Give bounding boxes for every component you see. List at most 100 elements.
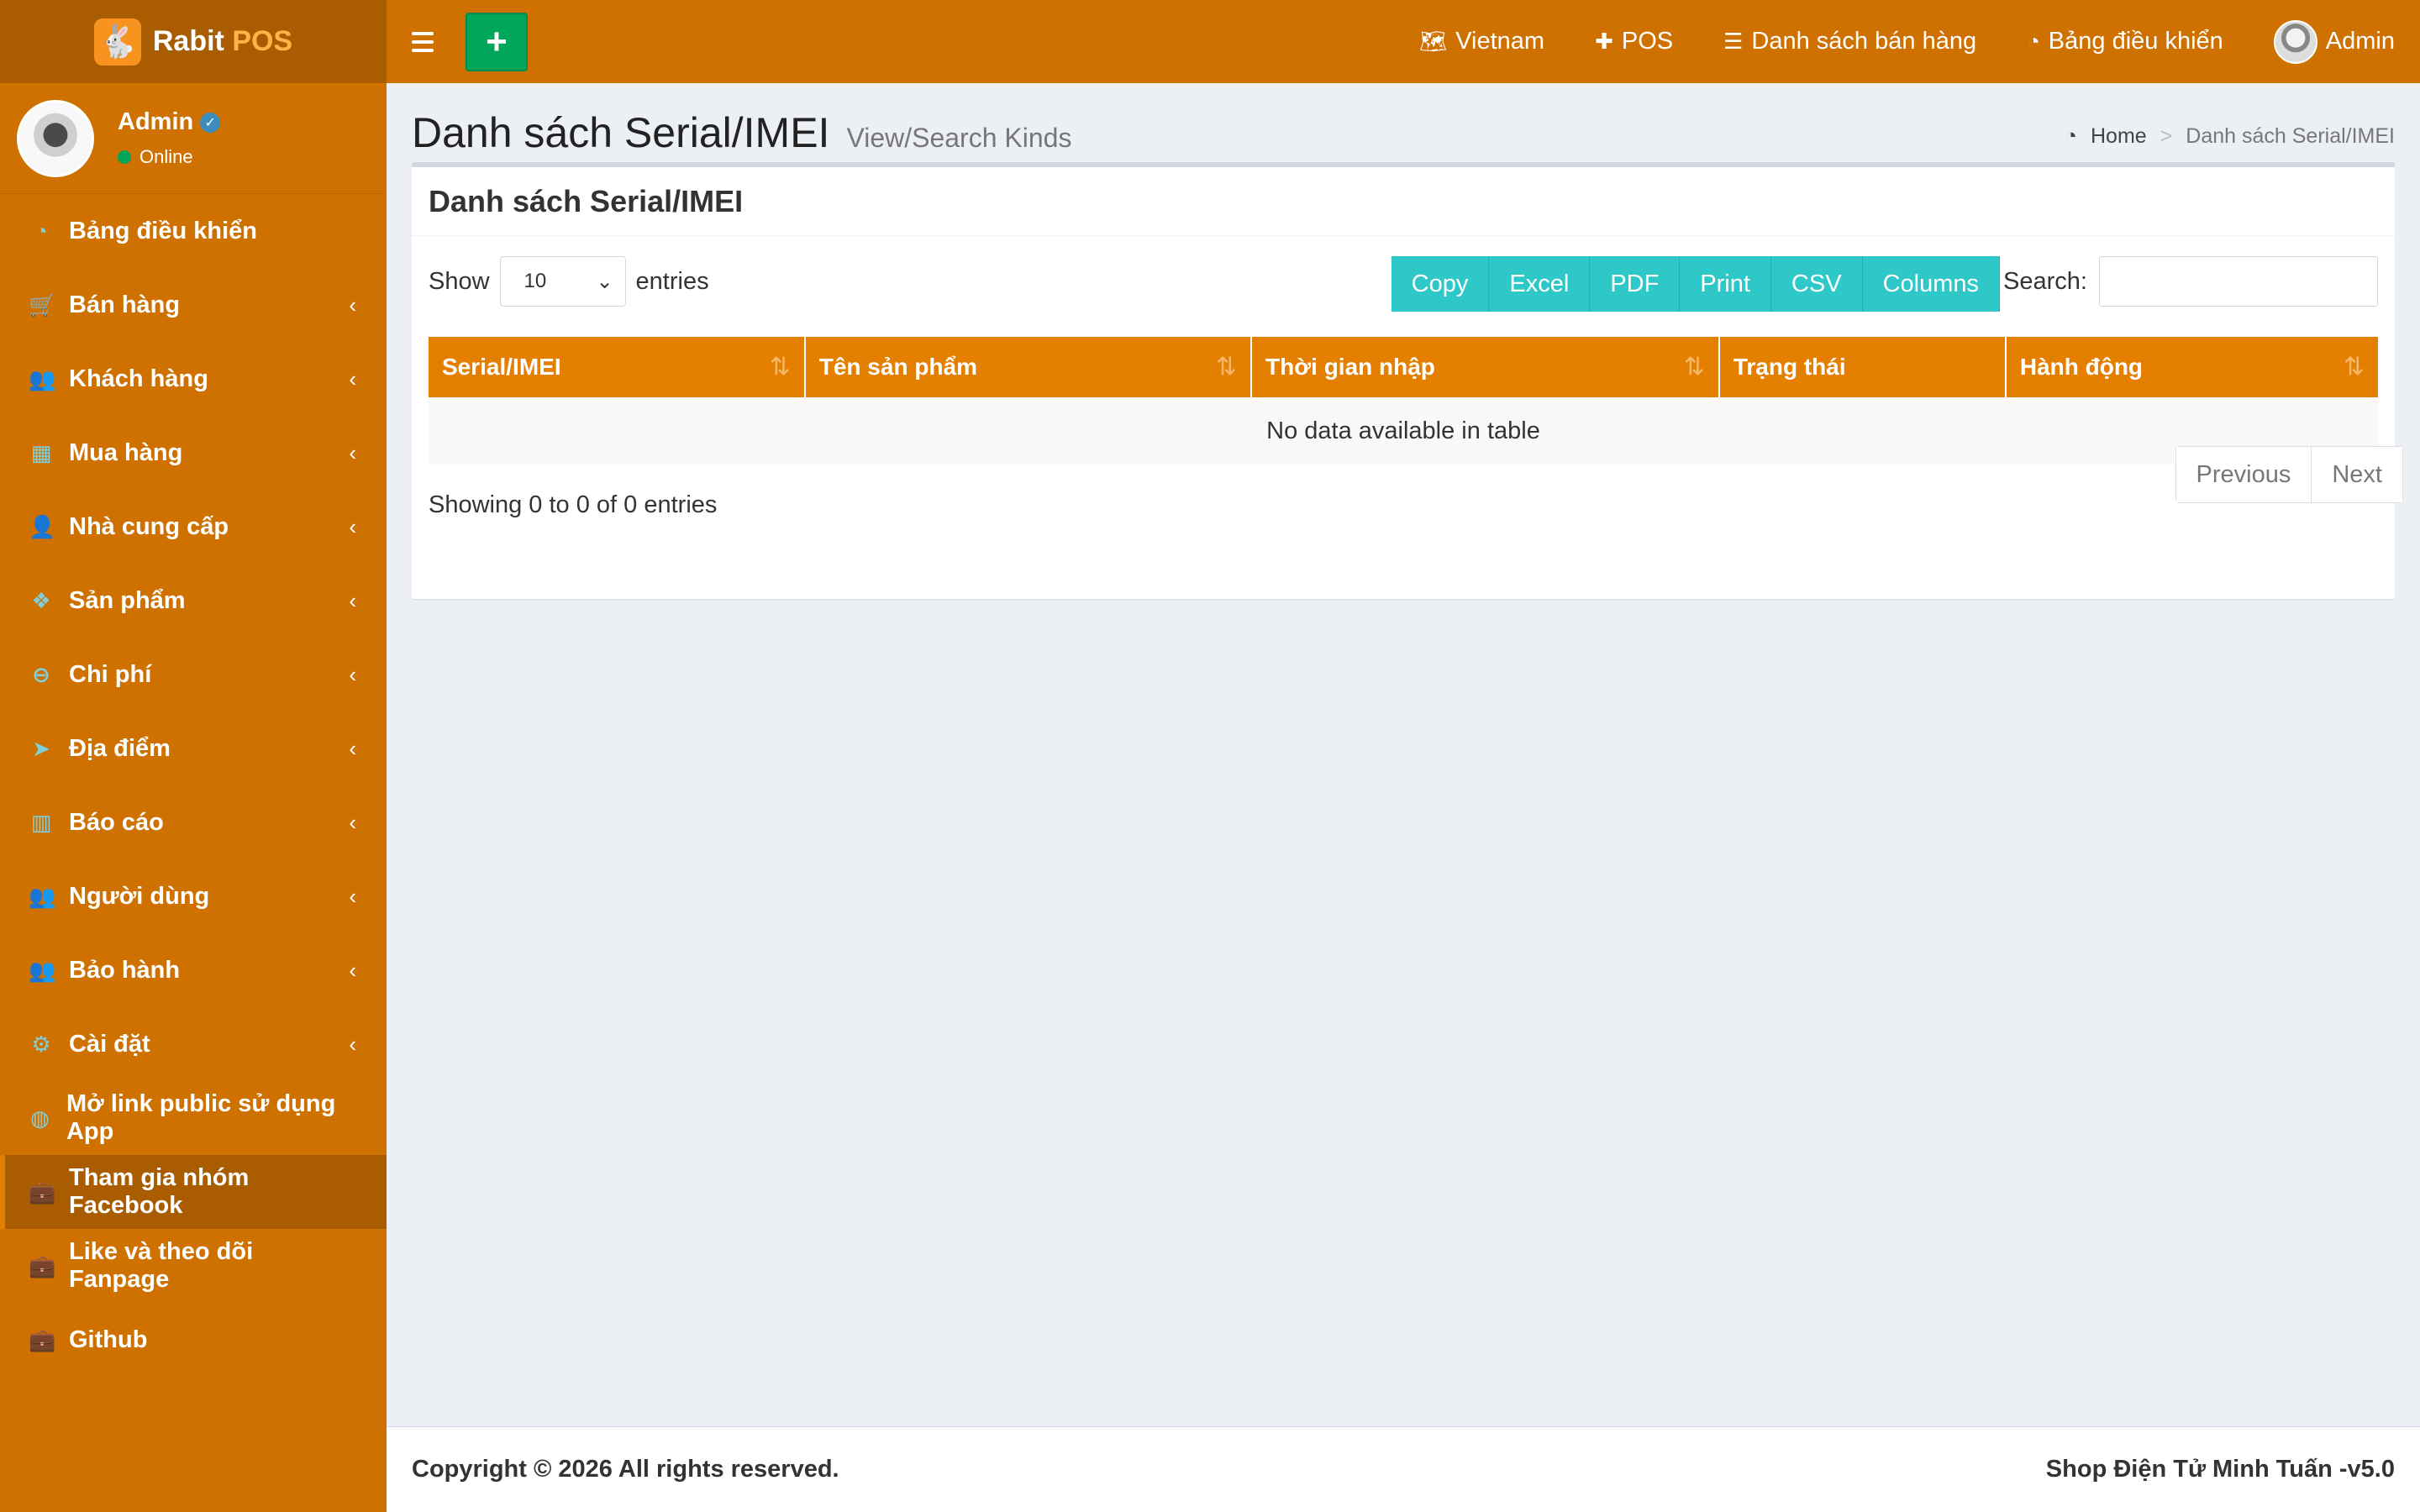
box-title: Danh sách Serial/IMEI bbox=[429, 183, 744, 218]
table-controls: Show 10 ⌄ entries Copy Excel PDF Print C… bbox=[429, 253, 2378, 323]
page-length-select[interactable]: 10 ⌄ bbox=[499, 256, 626, 307]
chevron-down-icon: ⌄ bbox=[596, 270, 613, 293]
app-logo[interactable]: 🐇 Rabit POS bbox=[0, 0, 387, 83]
page-subtitle: View/Search Kinds bbox=[846, 123, 1072, 153]
user-panel-avatar bbox=[17, 99, 94, 177]
user-panel: Admin ✓ Online bbox=[0, 83, 387, 194]
cogs-icon: ⚙ bbox=[31, 1031, 51, 1057]
rabbit-logo-icon: 🐇 bbox=[93, 18, 141, 66]
chevron-left-icon: ‹ bbox=[349, 661, 356, 687]
main-content: Danh sách Serial/IMEI View/Search Kinds … bbox=[387, 83, 2420, 1426]
table-search: Search: bbox=[2003, 256, 2378, 307]
briefcase-icon: 💼 bbox=[29, 1179, 56, 1205]
top-navbar: + 🗺 Vietnam ✚ POS ☰ Danh sách bán hàng ◔… bbox=[387, 0, 2420, 83]
bar-chart-icon: ▥ bbox=[30, 809, 52, 835]
language-icon: 🗺 bbox=[1419, 29, 1448, 54]
page-title: Danh sách Serial/IMEI bbox=[412, 109, 830, 156]
globe-icon: ◍ bbox=[30, 1105, 50, 1131]
sidebar-item-facebook-group[interactable]: 💼 Tham gia nhóm Facebook bbox=[0, 1155, 387, 1229]
dashboard-link[interactable]: ◔ Bảng điều khiển bbox=[2002, 0, 2249, 83]
column-header-import-time[interactable]: Thời gian nhập ⇅ bbox=[1251, 337, 1720, 397]
dashboard-icon: ◔ bbox=[2027, 29, 2040, 54]
pos-link[interactable]: ✚ POS bbox=[1570, 0, 1698, 83]
sidebar-item-sales[interactable]: 🛒 Bán hàng ‹ bbox=[0, 268, 387, 342]
chevron-left-icon: ‹ bbox=[349, 809, 356, 835]
footer: Copyright © 2026 All rights reserved. Sh… bbox=[387, 1426, 2420, 1512]
sales-list-link[interactable]: ☰ Danh sách bán hàng bbox=[1698, 0, 2002, 83]
cubes-icon: ❖ bbox=[31, 587, 51, 613]
app-name: Rabit POS bbox=[152, 25, 293, 57]
sort-icon: ⇅ bbox=[769, 353, 791, 381]
grid-icon: ▦ bbox=[30, 439, 52, 465]
app-version: Shop Điện Tử Minh Tuấn -v5.0 bbox=[2045, 1456, 2395, 1483]
breadcrumb-home[interactable]: Home bbox=[2091, 124, 2147, 149]
columns-button[interactable]: Columns bbox=[1862, 256, 2000, 312]
excel-button[interactable]: Excel bbox=[1489, 256, 1591, 312]
print-button[interactable]: Print bbox=[1680, 256, 1771, 312]
chevron-left-icon: ‹ bbox=[349, 735, 356, 761]
sidebar-toggle-icon[interactable] bbox=[412, 31, 444, 52]
sidebar-item-warranty[interactable]: 👥 Bảo hành ‹ bbox=[0, 933, 387, 1007]
serial-list-box: Danh sách Serial/IMEI Show 10 ⌄ entries … bbox=[412, 162, 2403, 599]
pagination: Previous Next bbox=[2175, 446, 2403, 503]
paper-plane-icon: ➤ bbox=[32, 735, 50, 761]
language-menu[interactable]: 🗺 Vietnam bbox=[1394, 0, 1570, 83]
user-menu[interactable]: Admin bbox=[2249, 0, 2420, 83]
chevron-left-icon: ‹ bbox=[349, 291, 356, 318]
sidebar-item-locations[interactable]: ➤ Địa điểm ‹ bbox=[0, 711, 387, 785]
list-icon: ☰ bbox=[1723, 29, 1744, 54]
users-icon: 👥 bbox=[29, 883, 56, 909]
sidebar-item-expenses[interactable]: ⊖ Chi phí ‹ bbox=[0, 638, 387, 711]
user-plus-icon: 👤 bbox=[29, 513, 56, 539]
sidebar-item-suppliers[interactable]: 👤 Nhà cung cấp ‹ bbox=[0, 490, 387, 564]
column-header-actions[interactable]: Hành động ⇅ bbox=[2005, 337, 2378, 397]
next-page-button[interactable]: Next bbox=[2312, 447, 2402, 502]
dashboard-icon: ◔ bbox=[34, 218, 48, 244]
sidebar-item-products[interactable]: ❖ Sản phẩm ‹ bbox=[0, 564, 387, 638]
online-dot-icon bbox=[118, 150, 131, 164]
sidebar-item-reports[interactable]: ▥ Báo cáo ‹ bbox=[0, 785, 387, 859]
user-avatar bbox=[2273, 19, 2317, 64]
content-header: Danh sách Serial/IMEI View/Search Kinds … bbox=[412, 83, 2395, 162]
sidebar-item-purchases[interactable]: ▦ Mua hàng ‹ bbox=[0, 416, 387, 490]
serial-table: Serial/IMEI ⇅ Tên sản phẩm ⇅ Thời gian nhậ… bbox=[429, 337, 2378, 465]
plus-square-icon: ✚ bbox=[1595, 29, 1613, 54]
user-panel-name: Admin ✓ bbox=[118, 108, 221, 136]
column-header-status: Trạng thái bbox=[1718, 337, 2007, 397]
search-input[interactable] bbox=[2099, 256, 2378, 307]
chevron-left-icon: ‹ bbox=[349, 513, 356, 539]
users-icon: 👥 bbox=[29, 365, 56, 391]
breadcrumb: ◔ Home > Danh sách Serial/IMEI bbox=[2065, 124, 2395, 149]
sidebar-menu: ◔ Bảng điều khiển 🛒 Bán hàng ‹ 👥 Khách hàng ‹… bbox=[0, 194, 387, 1377]
csv-button[interactable]: CSV bbox=[1770, 256, 1863, 312]
sidebar-item-public-link[interactable]: ◍ Mở link public sử dụng App bbox=[0, 1081, 387, 1155]
sidebar-item-fanpage[interactable]: 💼 Like và theo dõi Fanpage bbox=[0, 1229, 387, 1303]
chevron-left-icon: ‹ bbox=[349, 587, 356, 613]
column-header-product-name[interactable]: Tên sản phẩm ⇅ bbox=[804, 337, 1253, 397]
sidebar-item-dashboard[interactable]: ◔ Bảng điều khiển bbox=[0, 194, 387, 268]
breadcrumb-current: Danh sách Serial/IMEI bbox=[2186, 124, 2395, 148]
breadcrumb-separator: > bbox=[2160, 124, 2173, 148]
sidebar: Admin ✓ Online ◔ Bảng điều khiển 🛒 Bán hàng… bbox=[0, 83, 387, 1512]
chevron-left-icon: ‹ bbox=[349, 883, 356, 909]
sort-icon: ⇅ bbox=[2343, 353, 2365, 381]
quick-add-button[interactable]: + bbox=[466, 12, 528, 71]
top-nav-menu: 🗺 Vietnam ✚ POS ☰ Danh sách bán hàng ◔ B… bbox=[1394, 0, 2420, 83]
chevron-left-icon: ‹ bbox=[349, 1031, 356, 1057]
previous-page-button[interactable]: Previous bbox=[2175, 447, 2312, 502]
copyright-text: Copyright © 2026 All rights reserved. bbox=[412, 1456, 839, 1483]
sidebar-item-customers[interactable]: 👥 Khách hàng ‹ bbox=[0, 342, 387, 416]
verified-icon: ✓ bbox=[200, 112, 221, 133]
minus-circle-icon: ⊖ bbox=[32, 661, 50, 687]
box-body: Show 10 ⌄ entries Copy Excel PDF Print C… bbox=[412, 236, 2395, 536]
users-icon: 👥 bbox=[29, 957, 56, 983]
sidebar-item-settings[interactable]: ⚙ Cài đặt ‹ bbox=[0, 1007, 387, 1081]
sidebar-item-github[interactable]: 💼 Github bbox=[0, 1303, 387, 1377]
pdf-button[interactable]: PDF bbox=[1590, 256, 1681, 312]
briefcase-icon: 💼 bbox=[29, 1326, 56, 1352]
cart-icon: 🛒 bbox=[29, 291, 56, 318]
online-status: Online bbox=[118, 146, 220, 168]
column-header-serial[interactable]: Serial/IMEI ⇅ bbox=[429, 337, 806, 397]
copy-button[interactable]: Copy bbox=[1391, 256, 1490, 312]
sidebar-item-users[interactable]: 👥 Người dùng ‹ bbox=[0, 859, 387, 933]
